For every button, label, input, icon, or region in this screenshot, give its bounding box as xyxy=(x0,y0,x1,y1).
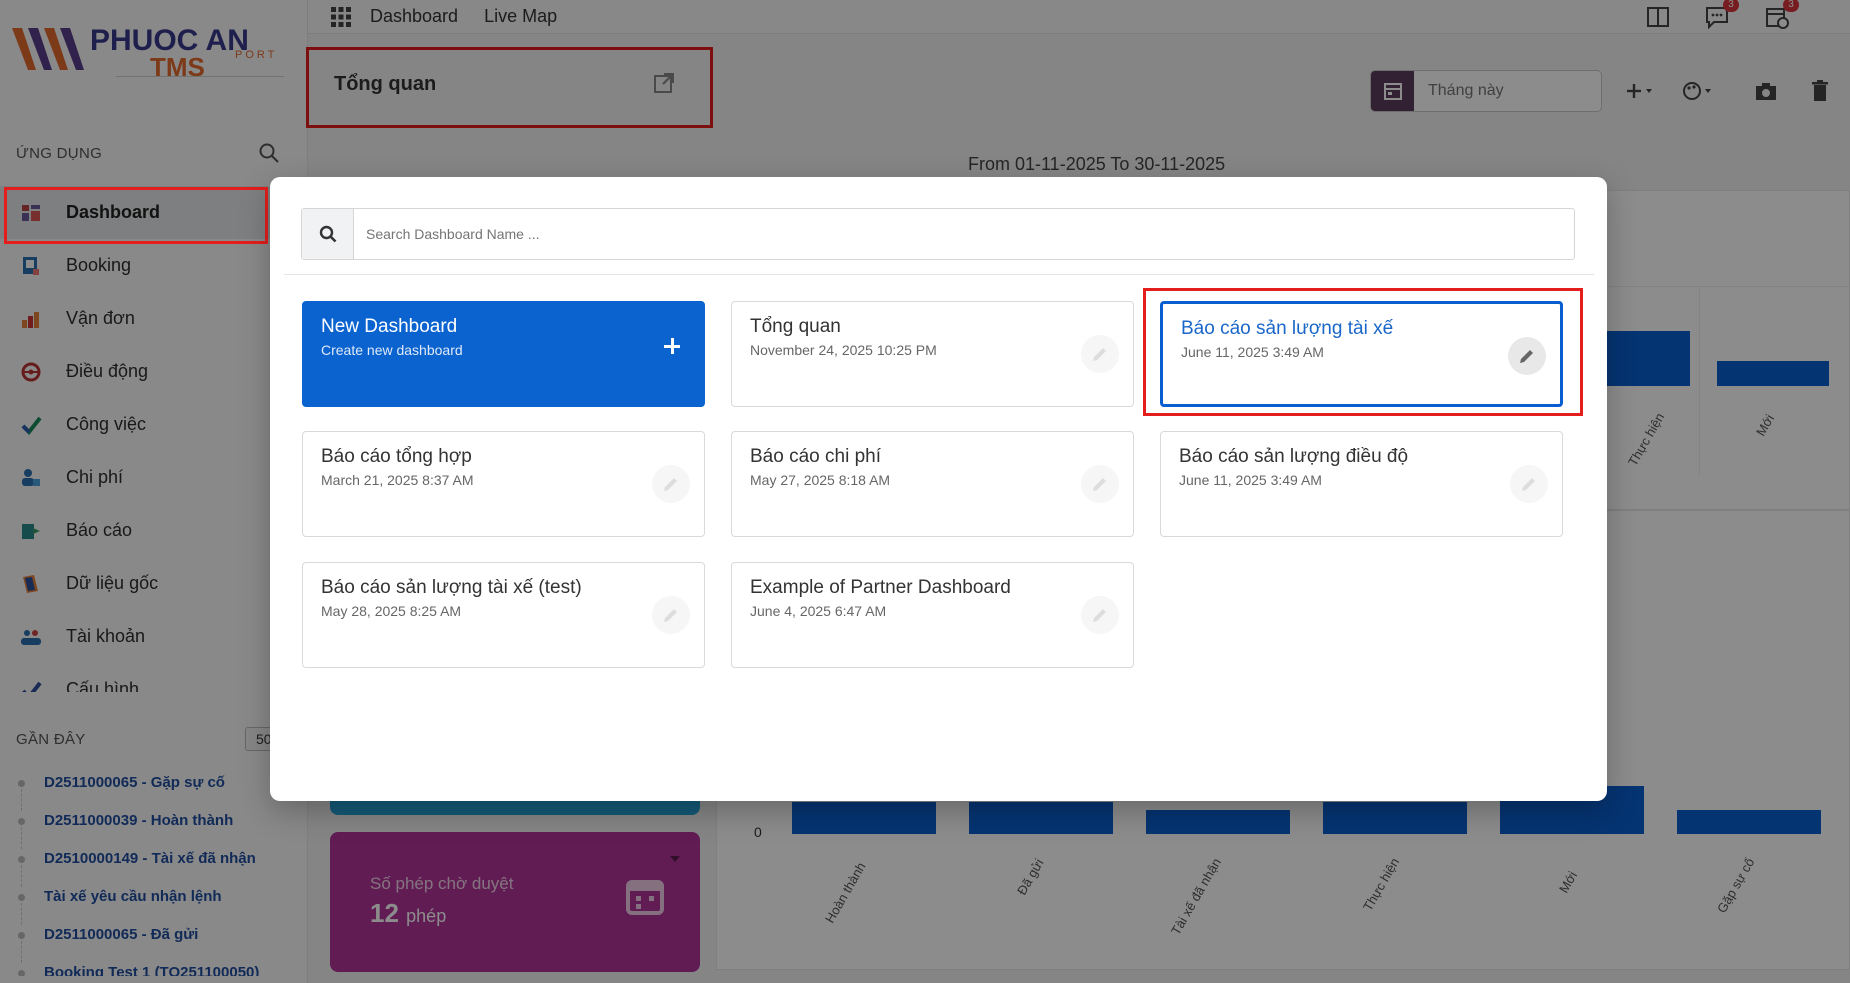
new-dashboard-card[interactable]: New Dashboard Create new dashboard xyxy=(302,301,705,407)
card-date: March 21, 2025 8:37 AM xyxy=(321,472,474,488)
edit-button[interactable] xyxy=(1081,596,1119,634)
card-date: May 27, 2025 8:18 AM xyxy=(750,472,891,488)
card-date: November 24, 2025 10:25 PM xyxy=(750,342,937,358)
dashboard-card[interactable]: Báo cáo sản lượng tài xế (test) May 28, … xyxy=(302,562,705,668)
dashboard-card[interactable]: Example of Partner Dashboard June 4, 202… xyxy=(731,562,1134,668)
pencil-icon xyxy=(1093,609,1106,622)
dashboard-search-input[interactable] xyxy=(354,209,1554,259)
card-date: June 11, 2025 3:49 AM xyxy=(1179,472,1322,488)
search-icon xyxy=(319,225,336,243)
sidebar-active-highlight xyxy=(4,187,268,244)
card-title: Báo cáo tổng hợp xyxy=(321,446,472,467)
pencil-icon xyxy=(664,478,677,491)
pencil-icon xyxy=(1093,348,1106,361)
edit-button[interactable] xyxy=(1510,465,1548,503)
card-date: May 28, 2025 8:25 AM xyxy=(321,603,462,619)
pencil-icon xyxy=(1522,478,1535,491)
edit-button[interactable] xyxy=(652,596,690,634)
dashboard-card[interactable]: Báo cáo chi phí May 27, 2025 8:18 AM xyxy=(731,431,1134,537)
edit-button[interactable] xyxy=(1081,465,1119,503)
dashboard-card[interactable]: Báo cáo sản lượng điều độ June 11, 2025 … xyxy=(1160,431,1563,537)
dashboard-search xyxy=(301,208,1575,260)
card-subtitle: Create new dashboard xyxy=(321,342,463,358)
edit-button[interactable] xyxy=(1081,335,1119,373)
card-date: June 4, 2025 6:47 AM xyxy=(750,603,887,619)
card-title: Báo cáo chi phí xyxy=(750,446,881,467)
pencil-icon xyxy=(664,609,677,622)
card-title: Example of Partner Dashboard xyxy=(750,577,1011,598)
dashboard-card[interactable]: Báo cáo tổng hợp March 21, 2025 8:37 AM xyxy=(302,431,705,537)
card-title: Tổng quan xyxy=(750,316,841,337)
edit-button[interactable] xyxy=(652,465,690,503)
plus-icon xyxy=(664,338,680,354)
dashboard-picker-modal: New Dashboard Create new dashboard Tổng … xyxy=(270,177,1607,801)
card-title: Báo cáo sản lượng tài xế (test) xyxy=(321,577,582,598)
card-title: Báo cáo sản lượng điều độ xyxy=(1179,446,1409,467)
card-title: New Dashboard xyxy=(321,316,458,337)
modal-divider xyxy=(284,274,1594,275)
selected-card-highlight xyxy=(1143,288,1583,416)
pencil-icon xyxy=(1093,478,1106,491)
dashboard-card[interactable]: Tổng quan November 24, 2025 10:25 PM xyxy=(731,301,1134,407)
search-button[interactable] xyxy=(302,209,354,259)
